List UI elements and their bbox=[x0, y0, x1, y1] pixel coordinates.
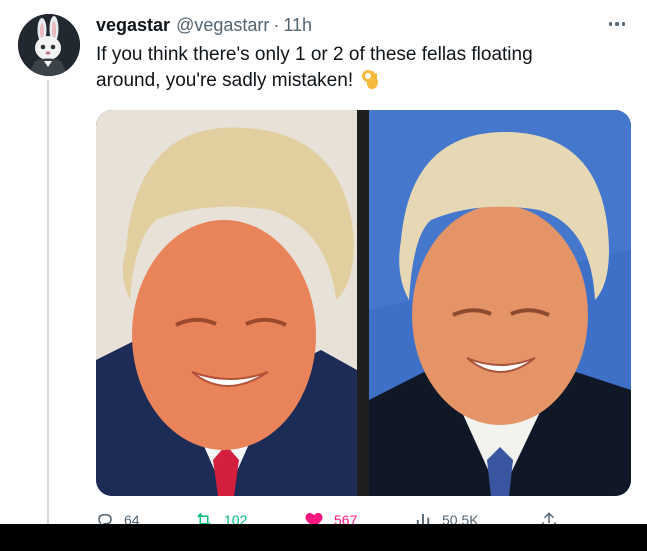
thread-line bbox=[47, 80, 49, 524]
rabbit-avatar-image bbox=[18, 14, 80, 76]
more-options-button[interactable] bbox=[605, 14, 629, 34]
ok-hand-emoji bbox=[361, 68, 381, 98]
tweet-body: If you think there's only 1 or 2 of thes… bbox=[96, 44, 533, 91]
separator-dot: · bbox=[273, 15, 280, 35]
more-icon bbox=[608, 22, 613, 26]
photo-left[interactable] bbox=[96, 110, 357, 496]
timestamp[interactable]: 11h bbox=[283, 15, 312, 36]
photo-right[interactable] bbox=[369, 110, 631, 496]
user-handle[interactable]: @vegastarr bbox=[176, 15, 269, 36]
avatar[interactable] bbox=[18, 14, 80, 76]
tweet-header: vegastar @vegastarr · 11h bbox=[96, 15, 607, 36]
display-name[interactable]: vegastar bbox=[96, 15, 170, 36]
bottom-bar bbox=[0, 524, 647, 551]
tweet-media[interactable] bbox=[96, 110, 631, 496]
tweet-text: If you think there's only 1 or 2 of thes… bbox=[96, 42, 596, 98]
